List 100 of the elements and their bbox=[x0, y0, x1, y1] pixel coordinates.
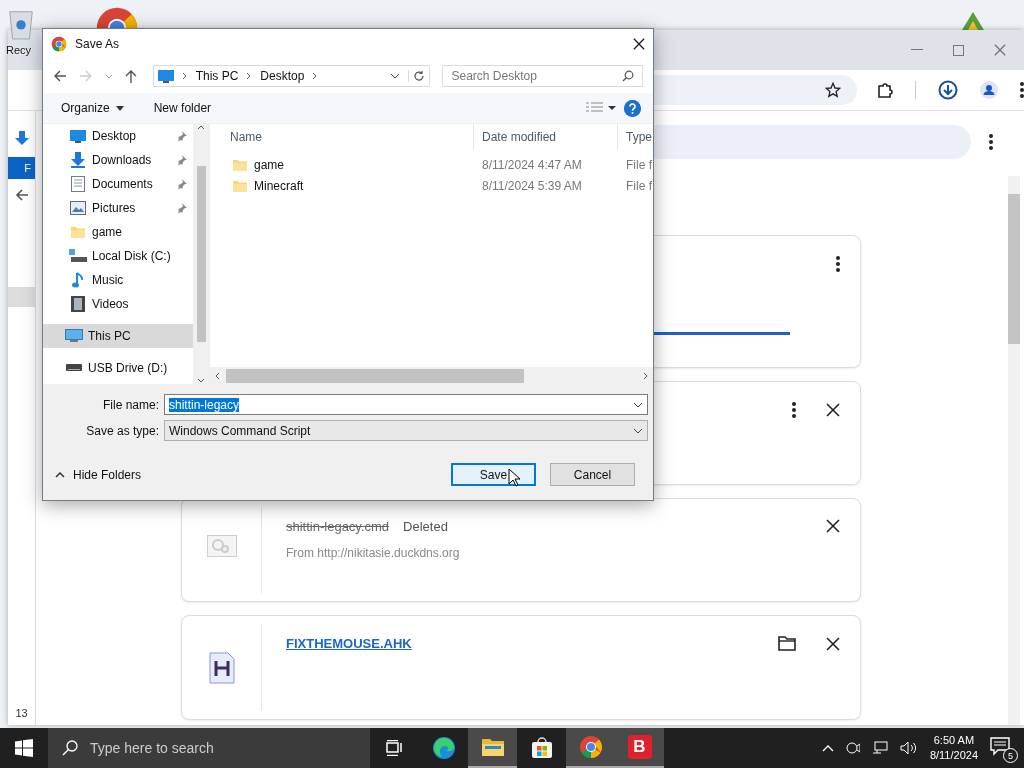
minimize-icon[interactable] bbox=[911, 49, 923, 51]
nav-item[interactable]: USB Drive (D:) bbox=[43, 356, 193, 380]
nav-item[interactable]: Downloads bbox=[43, 148, 193, 172]
breadcrumb[interactable]: This PC bbox=[195, 69, 239, 83]
nav-item[interactable]: Local Disk (C:) bbox=[43, 244, 193, 268]
scroll-right-icon[interactable] bbox=[643, 371, 649, 380]
table-cell-text: File f bbox=[625, 157, 653, 172]
breadcrumb[interactable]: Desktop bbox=[260, 69, 305, 83]
more-icon[interactable] bbox=[989, 134, 993, 150]
caret-icon[interactable] bbox=[390, 73, 401, 79]
scroll-left-icon[interactable] bbox=[214, 371, 220, 380]
sidebar-item[interactable]: F bbox=[8, 157, 35, 179]
pin-icon bbox=[177, 131, 187, 141]
dialog-button[interactable]: Cancel bbox=[550, 463, 635, 486]
nav-item[interactable]: Documents bbox=[43, 172, 193, 196]
nav-item[interactable]: game bbox=[43, 220, 193, 244]
chrome-icon bbox=[51, 36, 67, 52]
taskbar-app[interactable] bbox=[468, 728, 517, 768]
clock-date[interactable]: 8/11/2024 bbox=[929, 748, 978, 763]
file-link[interactable]: FIXTHEMOUSE.AHK bbox=[286, 636, 860, 651]
computer-icon bbox=[65, 329, 83, 343]
scroll-up-icon[interactable] bbox=[197, 124, 205, 130]
maximize-icon[interactable] bbox=[953, 44, 964, 56]
close-icon[interactable] bbox=[826, 403, 840, 417]
file-row[interactable]: Minecraft bbox=[210, 177, 474, 194]
file-icon bbox=[206, 535, 237, 557]
chevron-up-icon[interactable] bbox=[821, 744, 834, 752]
status-text: Deleted bbox=[403, 519, 448, 534]
app-icon: B bbox=[627, 735, 652, 759]
close-icon[interactable] bbox=[826, 519, 840, 533]
app-icon[interactable] bbox=[960, 12, 986, 30]
hide-folders-button[interactable]: Hide Folders bbox=[55, 467, 142, 482]
edge-icon bbox=[431, 736, 456, 760]
search-field[interactable]: Search Desktop bbox=[442, 65, 643, 87]
notification-icon[interactable] bbox=[990, 736, 1010, 756]
more-icon[interactable] bbox=[792, 402, 796, 418]
address-bar[interactable]: This PC Desktop bbox=[152, 65, 431, 87]
back-arrow-icon[interactable] bbox=[53, 70, 67, 82]
window-title: Save As bbox=[75, 37, 121, 51]
caret-icon bbox=[115, 105, 124, 111]
scrollbar[interactable] bbox=[210, 367, 653, 384]
toolbar-button[interactable]: New folder bbox=[153, 101, 212, 115]
toolbar-button[interactable]: Organize bbox=[61, 101, 124, 115]
more-icon[interactable] bbox=[1020, 82, 1024, 98]
more-icon[interactable] bbox=[836, 256, 840, 272]
nav-item[interactable]: Pictures bbox=[43, 196, 193, 220]
source-url: From http://nikitasie.duckdns.org bbox=[286, 546, 461, 560]
scrollbar[interactable] bbox=[1008, 176, 1020, 725]
help-icon[interactable] bbox=[624, 99, 641, 117]
chrome-icon bbox=[578, 735, 603, 759]
scroll-down-icon[interactable] bbox=[197, 378, 205, 384]
search-icon bbox=[62, 740, 78, 756]
mouse-pointer-icon bbox=[508, 468, 520, 487]
puzzle-piece-icon[interactable] bbox=[877, 82, 893, 98]
camera-icon[interactable] bbox=[845, 741, 860, 755]
view-options-icon[interactable] bbox=[586, 102, 616, 114]
network-icon[interactable] bbox=[871, 741, 888, 755]
nav-item[interactable]: This PC bbox=[43, 324, 193, 348]
folder-icon bbox=[480, 737, 505, 757]
file-row[interactable]: game bbox=[210, 156, 474, 173]
chevron-icon bbox=[181, 72, 188, 80]
taskbar-search-field[interactable]: Type here to search bbox=[48, 728, 370, 768]
caret-icon[interactable] bbox=[633, 427, 643, 434]
pin-icon bbox=[177, 155, 187, 165]
folder-icon[interactable] bbox=[778, 636, 796, 651]
column-header[interactable]: Type bbox=[618, 124, 653, 150]
up-arrow-icon[interactable] bbox=[124, 69, 137, 83]
field-label: Save as type: bbox=[85, 423, 160, 438]
table-cell-text: 8/11/2024 4:47 AM bbox=[481, 157, 583, 172]
folder-icon bbox=[70, 224, 86, 240]
download-arrow-icon bbox=[70, 152, 86, 168]
clock-time[interactable]: 6:50 AM bbox=[933, 733, 975, 748]
scrollbar[interactable] bbox=[193, 124, 209, 384]
table-cell-text: 8/11/2024 5:39 AM bbox=[481, 178, 583, 193]
taskbar-app[interactable]: B bbox=[615, 728, 664, 768]
refresh-icon[interactable] bbox=[413, 70, 426, 82]
field-label: File name: bbox=[101, 397, 160, 412]
nav-item[interactable]: Videos bbox=[43, 292, 193, 316]
download-icon bbox=[13, 131, 30, 147]
back-arrow-icon[interactable] bbox=[14, 189, 29, 201]
volume-icon[interactable] bbox=[899, 741, 918, 755]
pictures-icon bbox=[70, 201, 86, 215]
nav-item[interactable]: Music bbox=[43, 268, 193, 292]
column-header[interactable]: Name bbox=[210, 124, 474, 150]
script-file-icon bbox=[208, 652, 235, 684]
nav-item[interactable]: Desktop bbox=[43, 124, 193, 148]
column-header[interactable]: Date modified bbox=[474, 124, 618, 150]
file-name-field[interactable]: shittin-legacy bbox=[164, 394, 648, 415]
download-icon[interactable] bbox=[938, 80, 958, 100]
caret-icon[interactable] bbox=[633, 401, 643, 408]
close-icon[interactable] bbox=[826, 636, 840, 651]
task-view-icon bbox=[385, 740, 404, 756]
profile-icon[interactable] bbox=[980, 81, 998, 99]
dialog-button[interactable]: Save bbox=[451, 463, 536, 486]
star-icon[interactable] bbox=[825, 82, 841, 98]
windows-start-icon[interactable] bbox=[15, 739, 33, 757]
close-icon[interactable] bbox=[633, 38, 645, 50]
desktop-icon bbox=[157, 69, 174, 83]
file-type-dropdown[interactable]: Windows Command Script bbox=[164, 420, 648, 441]
drive-icon bbox=[66, 364, 82, 372]
